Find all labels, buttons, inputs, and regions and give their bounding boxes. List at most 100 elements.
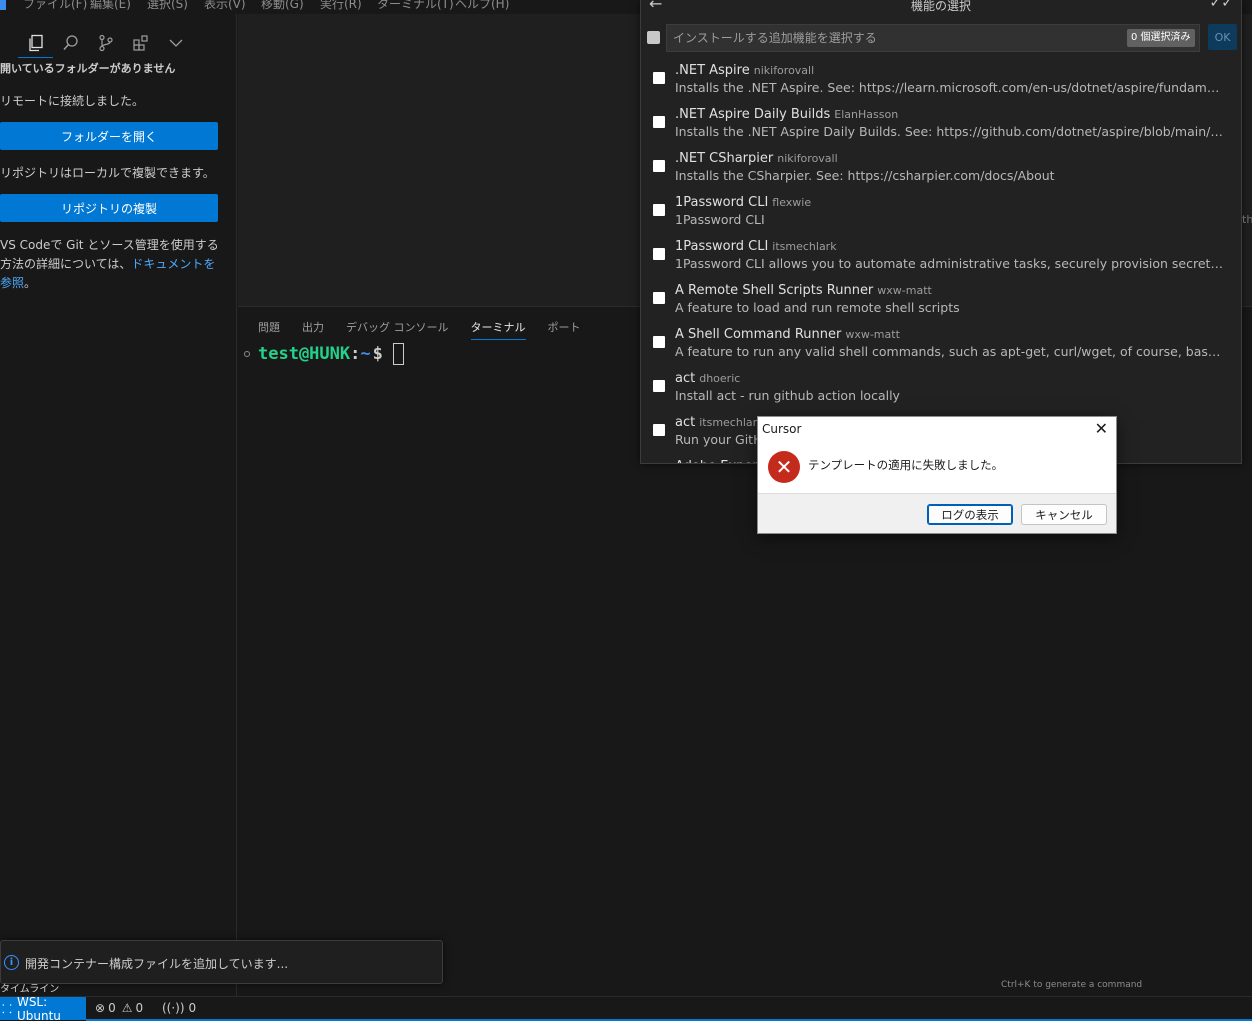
- feature-description: A feature to run any valid shell command…: [675, 344, 1227, 359]
- feature-description: 1Password CLI allows you to automate adm…: [675, 256, 1227, 271]
- tab-problems[interactable]: 問題: [258, 319, 280, 340]
- feature-label-row: 1Password CLI itsmechlark: [675, 235, 837, 254]
- error-count: 0: [108, 1001, 116, 1015]
- ports-icon: ((·)): [162, 1001, 185, 1015]
- feature-description: Installs the .NET Aspire Daily Builds. S…: [675, 124, 1227, 139]
- dialog-footer: ログの表示 キャンセル: [758, 493, 1116, 533]
- feature-label: A Shell Command Runner: [675, 327, 842, 342]
- warning-count: 0: [135, 1001, 144, 1015]
- timeline-section-header[interactable]: タイムライン: [0, 980, 59, 992]
- feature-list-item[interactable]: 1Password CLI itsmechlark 1Password CLI al…: [641, 232, 1241, 276]
- explorer-icon[interactable]: [18, 28, 53, 58]
- feature-author: itsmechlark: [699, 416, 764, 429]
- quick-pick-input-row: 0 個選択済み OK: [647, 24, 1237, 52]
- feature-list-item[interactable]: A Remote Shell Scripts Runner wxw-matt A f…: [641, 276, 1241, 320]
- feature-description: 1Password CLI: [675, 212, 765, 227]
- menu-run[interactable]: 実行(R): [320, 0, 362, 12]
- feature-checkbox[interactable]: [653, 380, 665, 392]
- feature-quick-pick: ← 機能の選択 ✓✓ 0 個選択済み OK .NET Aspirenikifor…: [640, 0, 1242, 464]
- feature-checkbox[interactable]: [653, 72, 665, 84]
- error-dialog: Cursor ✕ ✕ テンプレートの適用に失敗しました。 ログの表示 キャンセル: [757, 416, 1117, 534]
- feature-checkbox[interactable]: [653, 424, 665, 436]
- menu-edit[interactable]: 編集(E): [90, 0, 131, 12]
- cancel-button[interactable]: キャンセル: [1021, 504, 1107, 525]
- sidebar-tabs: [18, 28, 193, 58]
- show-log-button[interactable]: ログの表示: [927, 504, 1013, 525]
- feature-checkbox[interactable]: [653, 248, 665, 260]
- feature-label-row: .NET Aspire nikiforovall: [675, 59, 814, 78]
- terminal-prompt[interactable]: test@HUNK: ~ $: [244, 343, 404, 365]
- feature-list-item[interactable]: 1Password CLI flexwie 1Password CLI: [641, 188, 1241, 232]
- feature-label: 1Password CLI: [675, 239, 769, 254]
- warning-count-icon: ⚠: [121, 1001, 133, 1015]
- feature-checkbox[interactable]: [653, 116, 665, 128]
- menu-selection[interactable]: 選択(S): [147, 0, 188, 12]
- feature-list-item[interactable]: .NET Aspire Daily Builds ElanHasson Instal…: [641, 100, 1241, 144]
- feature-description: Install act - run github action locally: [675, 388, 900, 403]
- feature-list: .NET Aspire nikiforovall Installs the .NET…: [641, 56, 1241, 463]
- quick-pick-title: 機能の選択: [910, 0, 971, 13]
- menu-view[interactable]: 表示(V): [204, 0, 246, 12]
- info-icon: i: [4, 955, 19, 970]
- menu-file[interactable]: ファイル(F): [23, 0, 87, 12]
- extensions-icon[interactable]: [123, 28, 158, 58]
- command-decoration-icon: [244, 351, 250, 357]
- clone-repository-button[interactable]: リポジトリの複製: [0, 194, 218, 222]
- ports-count: 0: [188, 1001, 197, 1015]
- feature-checkbox[interactable]: [653, 160, 665, 172]
- menu-help[interactable]: ヘルプ(H): [455, 0, 509, 12]
- menu-terminal[interactable]: ターミナル(T): [377, 0, 454, 12]
- status-bar: ⸬ WSL: Ubuntu ⊗ 0 ⚠ 0 ((·)) 0: [0, 994, 1252, 1021]
- feature-checkbox[interactable]: [653, 336, 665, 348]
- select-all-checkbox[interactable]: [647, 31, 660, 44]
- progress-notification[interactable]: i 開発コンテナー構成ファイルを追加しています...: [0, 940, 443, 984]
- feature-filter-input[interactable]: [666, 24, 1200, 52]
- feature-list-item[interactable]: act dhoeric Install act - run github actio…: [641, 364, 1241, 408]
- feature-list-item[interactable]: A Shell Command Runner wxw-matt A feature …: [641, 320, 1241, 364]
- remote-indicator[interactable]: ⸬ WSL: Ubuntu: [0, 994, 86, 1021]
- feature-description: A feature to load and run remote shell s…: [675, 300, 960, 315]
- menu-go[interactable]: 移動(G): [261, 0, 304, 12]
- tab-terminal[interactable]: ターミナル: [470, 319, 526, 340]
- feature-label-row: act dhoeric: [675, 367, 740, 386]
- git-docs-text-end: 。: [24, 276, 37, 290]
- chevron-down-icon[interactable]: [158, 28, 193, 58]
- tab-ports[interactable]: ポート: [548, 319, 581, 340]
- source-control-icon[interactable]: [88, 28, 123, 58]
- tab-output[interactable]: 出力: [302, 319, 324, 340]
- feature-checkbox[interactable]: [653, 292, 665, 304]
- quick-pick-header: ← 機能の選択 ✓✓: [641, 0, 1241, 16]
- feature-label-row: 1Password CLI flexwie: [675, 191, 811, 210]
- feature-checkbox[interactable]: [653, 204, 665, 216]
- feature-label: A Remote Shell Scripts Runner: [675, 283, 874, 298]
- close-icon[interactable]: ✕: [1095, 419, 1108, 438]
- ok-button[interactable]: OK: [1208, 24, 1237, 50]
- selected-count-badge: 0 個選択済み: [1127, 29, 1195, 47]
- ports-status[interactable]: ((·)) 0: [162, 1001, 196, 1015]
- feature-label-row: .NET CSharpier nikiforovall: [675, 147, 838, 166]
- feature-label: .NET Aspire: [675, 63, 750, 78]
- remote-connected-text: リモートに接続しました。: [0, 94, 145, 108]
- panel-tabs: 問題 出力 デバッグ コンソール ターミナル ポート: [258, 319, 581, 340]
- app-logo-icon: [0, 0, 6, 10]
- check-all-icon[interactable]: ✓✓: [1210, 0, 1233, 11]
- dialog-message: テンプレートの適用に失敗しました。: [808, 458, 1004, 472]
- problems-status[interactable]: ⊗ 0 ⚠ 0: [95, 1001, 143, 1015]
- search-icon[interactable]: [53, 28, 88, 58]
- feature-author: ElanHasson: [834, 108, 899, 121]
- terminal-dollar: $: [372, 344, 383, 364]
- feature-label: 1Password CLI: [675, 195, 769, 210]
- feature-list-item[interactable]: .NET CSharpier nikiforovall Installs the C…: [641, 144, 1241, 188]
- feature-label: act: [675, 415, 696, 430]
- open-folder-button[interactable]: フォルダーを開く: [0, 122, 218, 150]
- no-folder-heading: 開いているフォルダーがありません: [0, 62, 176, 75]
- feature-list-item[interactable]: .NET Aspire nikiforovall Installs the .NET…: [641, 56, 1241, 100]
- feature-description: Installs the CSharpier. See: https://csh…: [675, 168, 1055, 183]
- error-count-icon: ⊗: [95, 1001, 106, 1015]
- feature-author: wxw-matt: [877, 284, 932, 297]
- feature-author: flexwie: [772, 196, 812, 209]
- terminal-colon: :: [350, 344, 361, 364]
- remote-label: WSL: Ubuntu: [16, 994, 61, 1021]
- tab-debug-console[interactable]: デバッグ コンソール: [346, 319, 449, 340]
- feature-label-row: A Shell Command Runner wxw-matt: [675, 323, 900, 342]
